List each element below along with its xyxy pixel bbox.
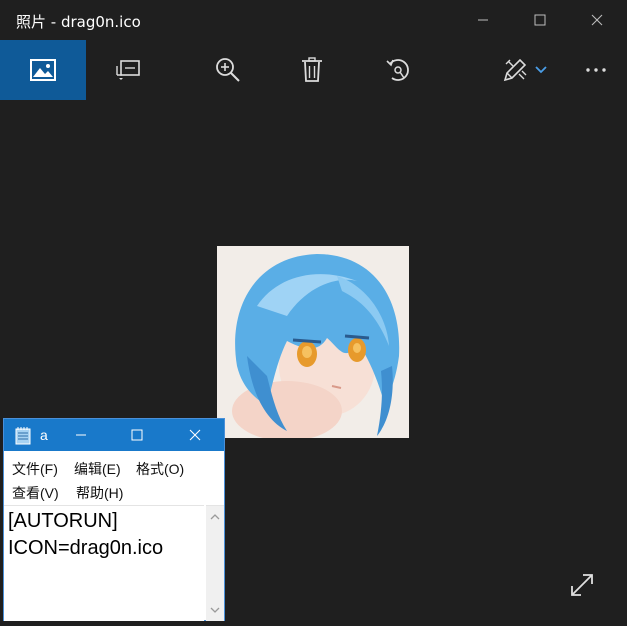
- vertical-scrollbar[interactable]: [206, 505, 224, 621]
- notepad-close-button[interactable]: [166, 419, 224, 451]
- minimize-icon: [76, 434, 86, 436]
- maximize-icon: [534, 14, 546, 26]
- more-button[interactable]: [574, 40, 618, 100]
- image-icon: [30, 59, 56, 81]
- menu-view[interactable]: 查看(V): [12, 483, 59, 503]
- maximize-button[interactable]: [512, 0, 568, 40]
- notepad-window: a 文件(F) 编辑(E) 格式(O) 查看(V) 帮助(H) [AUTORUN…: [3, 418, 225, 621]
- notepad-maximize-button[interactable]: [108, 419, 166, 451]
- menu-file[interactable]: 文件(F): [12, 459, 58, 479]
- rotate-icon: [386, 59, 409, 81]
- window-title: 照片 - drag0n.ico: [16, 13, 141, 31]
- notepad-title-bar: a: [4, 419, 224, 451]
- delete-button[interactable]: [290, 40, 334, 100]
- notepad-text-area[interactable]: [AUTORUN] ICON=drag0n.ico: [4, 505, 204, 621]
- text-line-2: ICON=drag0n.ico: [8, 537, 164, 559]
- slideshow-button[interactable]: [106, 40, 150, 100]
- zoom-button[interactable]: [206, 40, 250, 100]
- notepad-menu-bar: 文件(F) 编辑(E) 格式(O) 查看(V) 帮助(H): [4, 451, 224, 505]
- edit-create-button[interactable]: [494, 40, 554, 100]
- toolbar: [0, 40, 627, 100]
- menu-edit[interactable]: 编辑(E): [74, 459, 121, 479]
- close-icon: [189, 429, 201, 441]
- rotate-button[interactable]: [376, 40, 420, 100]
- notepad-minimize-button[interactable]: [52, 419, 110, 451]
- trash-icon: [302, 57, 322, 82]
- scroll-down-icon[interactable]: [210, 605, 220, 615]
- edit-icon: [503, 58, 527, 82]
- menu-format[interactable]: 格式(O): [136, 459, 184, 479]
- more-icon: [586, 68, 606, 72]
- menu-help[interactable]: 帮助(H): [76, 483, 123, 503]
- minimize-icon: [478, 19, 488, 21]
- expand-icon: [571, 574, 593, 596]
- zoom-in-icon: [216, 58, 240, 82]
- slideshow-icon: [116, 60, 140, 80]
- close-button[interactable]: [569, 0, 625, 40]
- dragon-icon-image: [217, 246, 409, 438]
- maximize-icon: [131, 429, 143, 441]
- fullscreen-button[interactable]: [566, 569, 598, 601]
- scroll-up-icon[interactable]: [210, 512, 220, 522]
- notepad-icon: [15, 427, 31, 445]
- text-content: [AUTORUN] ICON=drag0n.ico: [8, 508, 163, 562]
- text-line-1: [AUTORUN]: [8, 510, 118, 532]
- view-image-button[interactable]: [0, 40, 86, 100]
- close-icon: [591, 14, 603, 26]
- minimize-button[interactable]: [455, 0, 511, 40]
- title-bar: 照片 - drag0n.ico: [0, 0, 627, 40]
- chevron-down-icon: [535, 66, 547, 74]
- notepad-title: a: [40, 427, 48, 443]
